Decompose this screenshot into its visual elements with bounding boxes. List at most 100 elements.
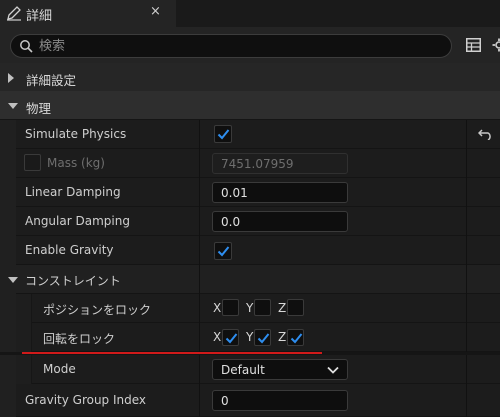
column-splitter[interactable] (199, 149, 200, 178)
column-splitter (466, 294, 467, 323)
row-gutter (0, 294, 16, 323)
row-gutter (0, 323, 16, 352)
axis-x-label: X (213, 301, 222, 315)
column-splitter (466, 120, 467, 149)
property-label: Enable Gravity (25, 243, 114, 257)
row-gutter (0, 384, 16, 417)
axis-x-label: X (213, 330, 222, 344)
axis-y-label: Y (246, 301, 254, 315)
row-gutter (0, 236, 16, 265)
property-label: 回転をロック (43, 332, 116, 346)
row-gravity-group-index: Gravity Group Index 0 (0, 384, 500, 417)
annotation-underline (22, 352, 322, 354)
mode-value: Default (221, 363, 265, 377)
search-input[interactable] (39, 37, 439, 55)
column-splitter[interactable] (199, 355, 200, 384)
mass-field: 7451.07959 (212, 153, 348, 174)
category-details-settings[interactable]: 詳細設定 (0, 63, 500, 92)
reset-to-default-icon[interactable] (478, 128, 494, 140)
property-label: Angular Damping (25, 214, 130, 228)
lock-rotation-x-checkbox[interactable] (222, 329, 239, 346)
row-linear-damping: Linear Damping 0.01 (0, 178, 500, 207)
row-gutter (0, 207, 16, 236)
property-label: Linear Damping (25, 185, 121, 199)
angular-damping-field[interactable]: 0.0 (212, 211, 348, 232)
settings-icon[interactable] (492, 38, 500, 52)
column-splitter[interactable] (199, 384, 200, 417)
category-physics[interactable]: 物理 (0, 91, 500, 120)
column-splitter (466, 149, 467, 178)
property-label: Gravity Group Index (25, 393, 147, 407)
enable-gravity-checkbox[interactable] (214, 242, 232, 260)
mass-override-checkbox[interactable] (24, 154, 41, 171)
checkmark-icon (217, 246, 230, 257)
row-lock-rotation: 回転をロック X Y Z (0, 323, 500, 352)
row-gutter (0, 120, 16, 149)
row-gutter (0, 149, 16, 178)
details-tab[interactable]: 詳細 × (0, 0, 176, 27)
column-splitter (466, 323, 467, 352)
row-indent (16, 355, 32, 384)
column-splitter[interactable] (199, 323, 200, 352)
pencil-icon (7, 6, 21, 21)
gravity-group-index-field[interactable]: 0 (212, 390, 348, 411)
axis-z-label: Z (278, 301, 287, 315)
angular-damping-value: 0.0 (221, 215, 241, 229)
tab-bar: 詳細 × (0, 0, 500, 27)
column-splitter[interactable] (199, 120, 200, 149)
search-icon (20, 40, 33, 53)
property-label: Mass (kg) (47, 156, 105, 170)
tab-title: 詳細 (26, 9, 53, 24)
search-row (0, 27, 500, 63)
axis-y-label: Y (246, 330, 254, 344)
category-constraints[interactable]: コンストレイント (0, 265, 500, 294)
lock-rotation-y-checkbox[interactable] (254, 329, 271, 346)
property-label: Mode (43, 362, 76, 376)
checkmark-icon (257, 333, 270, 344)
gravity-group-index-value: 0 (221, 394, 229, 408)
lock-position-x-checkbox[interactable] (222, 299, 239, 316)
axis-z-label: Z (278, 330, 287, 344)
lock-rotation-z-checkbox[interactable] (287, 329, 304, 346)
column-splitter (466, 355, 467, 384)
mass-value: 7451.07959 (221, 157, 294, 171)
category-label: 詳細設定 (26, 73, 77, 88)
row-enable-gravity: Enable Gravity (0, 236, 500, 265)
column-splitter[interactable] (199, 236, 200, 265)
row-simulate-physics: Simulate Physics (0, 120, 500, 149)
property-label: Simulate Physics (25, 127, 127, 141)
column-splitter (466, 384, 467, 417)
column-splitter (466, 207, 467, 236)
column-splitter[interactable] (199, 178, 200, 207)
property-label: ポジションをロック (43, 303, 152, 317)
column-splitter (466, 236, 467, 265)
table-view-icon[interactable] (466, 38, 481, 52)
close-icon[interactable]: × (150, 4, 161, 19)
column-splitter (466, 265, 467, 294)
column-splitter[interactable] (199, 207, 200, 236)
search-box[interactable] (10, 34, 452, 58)
checkmark-icon (290, 333, 303, 344)
row-gutter (0, 355, 16, 384)
row-mass: Mass (kg) 7451.07959 (0, 149, 500, 178)
linear-damping-value: 0.01 (221, 186, 248, 200)
chevron-down-icon (327, 366, 339, 374)
row-lock-position: ポジションをロック X Y Z (0, 294, 500, 323)
row-indent (16, 323, 32, 352)
collapse-arrow-icon (8, 277, 18, 283)
lock-position-z-checkbox[interactable] (287, 299, 304, 316)
lock-position-y-checkbox[interactable] (254, 299, 271, 316)
category-label: コンストレイント (25, 274, 121, 288)
column-splitter (466, 178, 467, 207)
mode-dropdown[interactable]: Default (212, 359, 348, 380)
collapse-arrow-icon (8, 103, 18, 109)
checkmark-icon (217, 129, 230, 140)
linear-damping-field[interactable]: 0.01 (212, 182, 348, 203)
row-gutter (0, 178, 16, 207)
checkmark-icon (225, 333, 238, 344)
category-label: 物理 (26, 101, 52, 116)
row-mode: Mode Default (0, 355, 500, 384)
simulate-physics-checkbox[interactable] (214, 125, 232, 143)
column-splitter (199, 265, 200, 294)
column-splitter[interactable] (199, 294, 200, 323)
